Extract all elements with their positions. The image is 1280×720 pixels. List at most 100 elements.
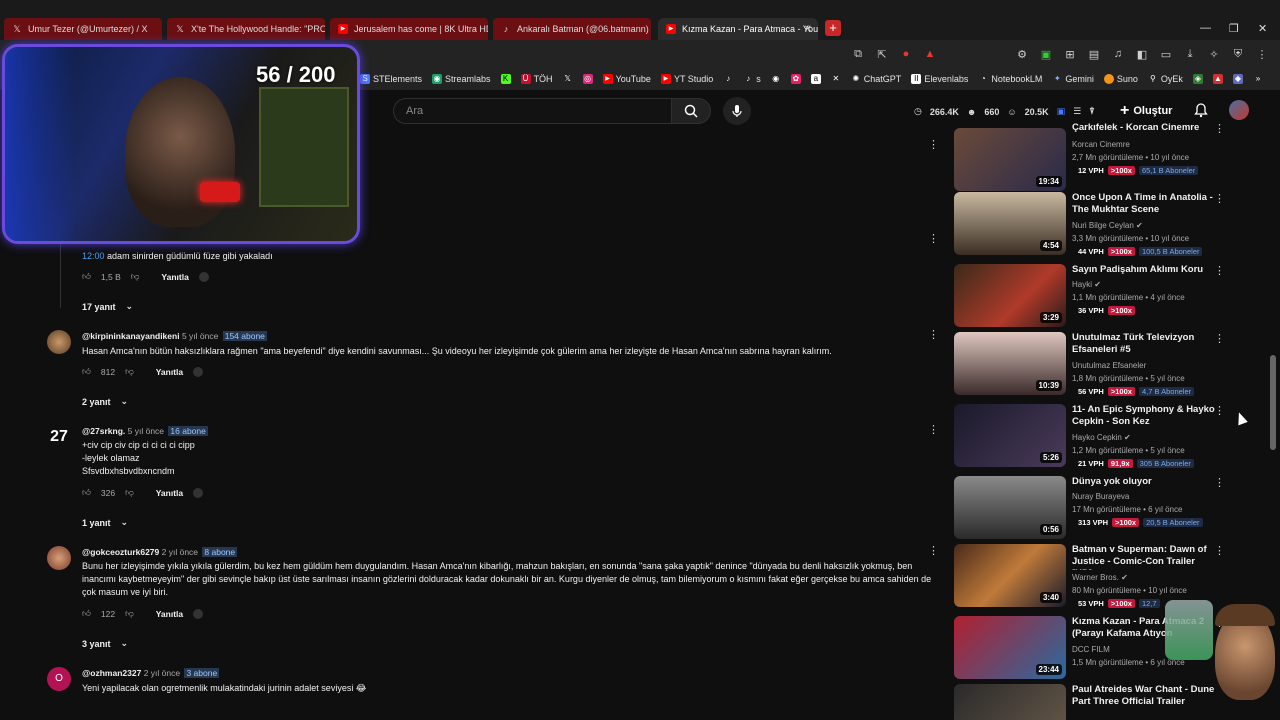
dislike-icon[interactable]: 👎︎ bbox=[125, 608, 134, 619]
reply-button[interactable]: Yanıtla bbox=[156, 488, 183, 498]
show-replies-button[interactable]: 2 yanıt ⌄ bbox=[82, 396, 128, 407]
extension-icon[interactable]: ▣ bbox=[1057, 106, 1066, 117]
more-options-icon[interactable]: ⋮ bbox=[928, 232, 939, 245]
video-title[interactable]: Unutulmaz Türk Televizyon Efsaneleri #5 bbox=[1072, 332, 1217, 356]
close-window-button[interactable]: ✕ bbox=[1258, 22, 1267, 35]
search-input[interactable]: Ara bbox=[393, 98, 671, 124]
timestamp-link[interactable]: 12:00 bbox=[82, 251, 105, 261]
channel-name[interactable]: Unutulmaz Efsaneler bbox=[1072, 361, 1146, 370]
video-thumbnail[interactable] bbox=[954, 684, 1066, 720]
bookmark[interactable]: Suno bbox=[1103, 72, 1138, 86]
more-options-icon[interactable]: ⋮ bbox=[928, 423, 939, 436]
comment-author[interactable]: @27srkng. bbox=[82, 426, 125, 436]
music-icon[interactable]: ♫ bbox=[1110, 48, 1126, 61]
bookmark[interactable]: ♪ bbox=[723, 72, 733, 86]
extension-icon[interactable]: ⊞ bbox=[1062, 48, 1078, 61]
maximize-button[interactable]: ❐ bbox=[1229, 22, 1239, 35]
video-title[interactable]: 11- An Epic Symphony & Hayko Cepkin - So… bbox=[1072, 404, 1217, 428]
bookmark[interactable]: ◆ bbox=[1232, 72, 1243, 86]
like-icon[interactable]: 👍︎ bbox=[82, 271, 91, 282]
dislike-icon[interactable]: 👎︎ bbox=[131, 271, 140, 282]
comment-time[interactable]: 2 yıl önce bbox=[162, 547, 198, 557]
like-icon[interactable]: 👍︎ bbox=[82, 608, 91, 619]
download-icon[interactable]: ⤓ bbox=[1182, 48, 1198, 61]
browser-tab[interactable]: 𝕏 X'te The Hollywood Handle: "PROJE bbox=[167, 18, 325, 40]
avatar[interactable]: 27 bbox=[47, 425, 71, 449]
reply-button[interactable]: Yanıtla bbox=[156, 609, 183, 619]
video-thumbnail[interactable]: 19:34 bbox=[954, 128, 1066, 191]
filter-icon[interactable]: ⍒ bbox=[1089, 106, 1094, 117]
video-thumbnail[interactable]: 0:56 bbox=[954, 476, 1066, 539]
more-options-icon[interactable]: ⋮ bbox=[1214, 192, 1225, 205]
bookmark[interactable]: S STElements bbox=[360, 72, 422, 86]
extension-icon[interactable]: ▤ bbox=[1086, 48, 1102, 61]
show-replies-button[interactable]: 17 yanıt ⌄ bbox=[82, 301, 133, 312]
bookmark[interactable]: ▶ YouTube bbox=[602, 72, 651, 86]
related-video[interactable]: 10:39 Unutulmaz Türk Televizyon Efsanele… bbox=[954, 332, 1225, 398]
more-options-icon[interactable]: ⋮ bbox=[928, 138, 939, 151]
avatar[interactable] bbox=[47, 546, 71, 570]
channel-name[interactable]: Korcan Cinemre bbox=[1072, 140, 1130, 149]
bookmark[interactable]: ◉ bbox=[771, 72, 781, 86]
comment-author[interactable]: @kirpininkanayandikeni bbox=[82, 331, 180, 341]
related-video[interactable]: 3:29 Sayın Padişahım Aklımı Koru Hayki ✔… bbox=[954, 264, 1225, 330]
bookmark[interactable]: II Elevenlabs bbox=[911, 72, 968, 86]
install-app-icon[interactable]: ⧉ bbox=[850, 48, 866, 61]
bookmark[interactable]: ◔ NotebookLM bbox=[978, 72, 1042, 86]
more-options-icon[interactable]: ⋮ bbox=[1214, 544, 1225, 557]
comment-author[interactable]: @ozhman2327 bbox=[82, 668, 141, 678]
sidebar-icon[interactable]: ◧ bbox=[1134, 48, 1150, 61]
share-icon[interactable]: ⇱ bbox=[874, 48, 890, 61]
channel-name[interactable]: Hayko Cepkin ✔ bbox=[1072, 433, 1131, 442]
bookmark[interactable]: ✺ ChatGPT bbox=[851, 72, 901, 86]
create-button[interactable]: + Oluştur bbox=[1120, 102, 1172, 120]
more-options-icon[interactable]: ⋮ bbox=[1214, 476, 1225, 489]
more-options-icon[interactable]: ⋮ bbox=[1214, 404, 1225, 417]
avatar[interactable] bbox=[47, 330, 71, 354]
video-title[interactable]: Çarkıfelek - Korcan Cinemre bbox=[1072, 122, 1217, 134]
video-thumbnail[interactable]: 5:26 bbox=[954, 404, 1066, 467]
show-replies-button[interactable]: 1 yanıt ⌄ bbox=[82, 517, 128, 528]
comment-time[interactable]: 5 yıl önce bbox=[128, 426, 164, 436]
browser-tab[interactable]: ▶ Jerusalem has come | 8K Ultra HD Ci bbox=[330, 18, 488, 40]
extension-icon[interactable]: ⚙ bbox=[1014, 48, 1030, 61]
video-title[interactable]: Batman v Superman: Dawn of Justice - Com… bbox=[1072, 544, 1217, 570]
wallet-icon[interactable]: ▭ bbox=[1158, 48, 1174, 61]
new-tab-button[interactable]: + bbox=[825, 20, 841, 36]
bookmark[interactable]: ✦ Gemini bbox=[1052, 72, 1094, 86]
bookmark[interactable]: ▶ YT Studio bbox=[660, 72, 713, 86]
related-video[interactable]: 19:34 Çarkıfelek - Korcan Cinemre Korcan… bbox=[954, 122, 1225, 191]
bookmark[interactable]: a bbox=[810, 72, 821, 86]
list-icon[interactable]: ☰ bbox=[1073, 106, 1081, 117]
reply-button[interactable]: Yanıtla bbox=[161, 272, 188, 282]
channel-name[interactable]: DCC FILM bbox=[1072, 645, 1110, 654]
video-thumbnail[interactable]: 10:39 bbox=[954, 332, 1066, 395]
related-video[interactable]: 4:54 Once Upon A Time in Anatolia - The … bbox=[954, 192, 1225, 258]
more-options-icon[interactable]: ⋮ bbox=[1214, 264, 1225, 277]
browser-tab[interactable]: ♪ Ankaralı Batman (@06.batmann) | Tik bbox=[493, 18, 651, 40]
browser-tab[interactable]: 𝕏 Umur Tezer (@Umurtezer) / X bbox=[4, 18, 162, 40]
show-replies-button[interactable]: 3 yanıt ⌄ bbox=[82, 638, 128, 649]
ai-icon[interactable]: ✧ bbox=[1206, 48, 1222, 61]
related-video[interactable]: 5:26 11- An Epic Symphony & Hayko Cepkin… bbox=[954, 404, 1225, 470]
comment-time[interactable]: 2 yıl önce bbox=[144, 668, 180, 678]
video-title[interactable]: Sayın Padişahım Aklımı Koru bbox=[1072, 264, 1217, 276]
more-options-icon[interactable]: ⋮ bbox=[928, 328, 939, 341]
dislike-icon[interactable]: 👎︎ bbox=[125, 366, 134, 377]
extension-icon[interactable]: ● bbox=[898, 48, 914, 61]
comment-time[interactable]: 5 yıl önce bbox=[182, 331, 218, 341]
video-title[interactable]: Once Upon A Time in Anatolia - The Mukht… bbox=[1072, 192, 1217, 216]
bookmark[interactable]: ◈ bbox=[1192, 72, 1203, 86]
channel-name[interactable]: Warner Bros. ✔ bbox=[1072, 573, 1128, 582]
shield-icon[interactable]: ⛨ bbox=[1230, 48, 1246, 61]
like-icon[interactable]: 👍︎ bbox=[82, 487, 91, 498]
bookmark[interactable]: ◉ Streamlabs bbox=[432, 72, 491, 86]
avatar[interactable]: O bbox=[47, 667, 71, 691]
more-options-icon[interactable]: ⋮ bbox=[1214, 332, 1225, 345]
video-thumbnail[interactable]: 23:44 bbox=[954, 616, 1066, 679]
bookmark[interactable]: ✿ bbox=[790, 72, 801, 86]
bookmark[interactable]: 𝕏 bbox=[563, 72, 573, 86]
bookmark[interactable]: ▲ bbox=[1212, 72, 1223, 86]
video-thumbnail[interactable]: 4:54 bbox=[954, 192, 1066, 255]
video-thumbnail[interactable]: 3:40 bbox=[954, 544, 1066, 607]
